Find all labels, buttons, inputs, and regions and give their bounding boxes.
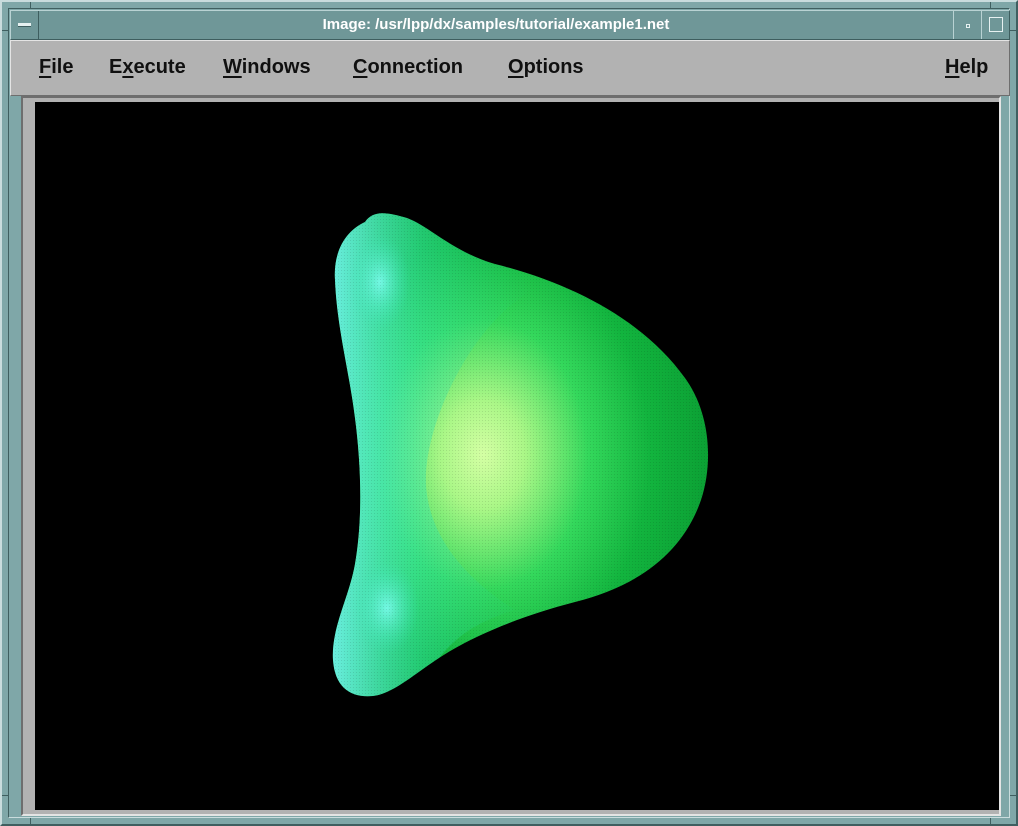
menu-help-label: elp bbox=[959, 56, 989, 78]
menu-execute[interactable]: Execute bbox=[109, 54, 186, 80]
menu-file[interactable]: File bbox=[39, 54, 73, 80]
menu-options[interactable]: Options bbox=[508, 54, 584, 80]
menu-options-mnemonic: O bbox=[508, 56, 524, 78]
menu-file-mnemonic: F bbox=[39, 56, 52, 78]
frame-corner-mark bbox=[30, 2, 31, 8]
maximize-icon[interactable] bbox=[981, 11, 1009, 39]
menu-windows-mnemonic: W bbox=[223, 56, 242, 78]
rendered-isosurface bbox=[332, 213, 709, 697]
menu-windows-label: indows bbox=[241, 56, 311, 78]
menu-connection-mnemonic: C bbox=[353, 56, 368, 78]
title-bar[interactable]: Image: /usr/lpp/dx/samples/tutorial/exam… bbox=[10, 10, 1010, 40]
frame-corner-mark bbox=[990, 818, 991, 824]
menu-options-label: ptions bbox=[523, 56, 584, 78]
menu-connection[interactable]: Connection bbox=[353, 54, 463, 80]
image-canvas-frame bbox=[21, 96, 1001, 816]
frame-corner-mark bbox=[1010, 30, 1016, 31]
frame-corner-mark bbox=[2, 795, 8, 796]
minimize-icon[interactable] bbox=[953, 11, 981, 39]
frame-corner-mark bbox=[990, 2, 991, 8]
menu-execute-label-end: ecute bbox=[133, 56, 186, 78]
menu-windows[interactable]: Windows bbox=[223, 54, 311, 80]
menu-execute-label-start: E bbox=[109, 56, 123, 78]
window-title: Image: /usr/lpp/dx/samples/tutorial/exam… bbox=[322, 16, 670, 33]
menu-execute-mnemonic: x bbox=[122, 56, 134, 78]
menu-help[interactable]: Help bbox=[945, 54, 988, 80]
frame-corner-mark bbox=[2, 30, 8, 31]
blob-shape bbox=[332, 213, 709, 697]
app-window: Image: /usr/lpp/dx/samples/tutorial/exam… bbox=[0, 0, 1018, 826]
menu-file-label: ile bbox=[51, 56, 74, 78]
window-menu-icon[interactable] bbox=[11, 11, 39, 39]
menu-bar: File Execute Windows Connection Options … bbox=[10, 40, 1010, 96]
frame-corner-mark bbox=[1010, 795, 1016, 796]
menu-help-mnemonic: H bbox=[945, 56, 960, 78]
image-canvas[interactable] bbox=[35, 102, 999, 810]
menu-connection-label: onnection bbox=[367, 56, 463, 78]
frame-corner-mark bbox=[30, 818, 31, 824]
